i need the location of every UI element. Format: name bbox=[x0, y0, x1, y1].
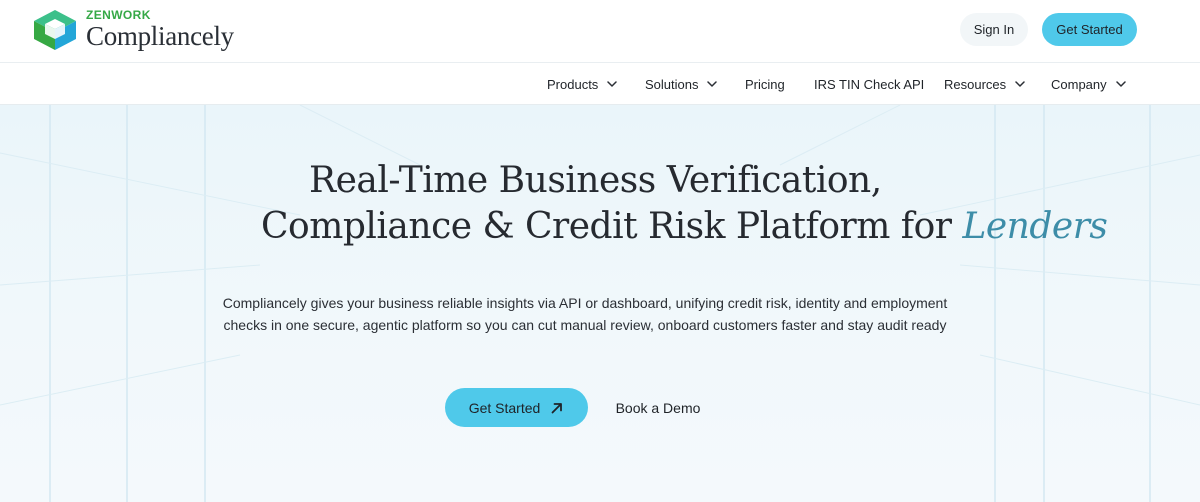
headline-line-1: Real-Time Business Verification, bbox=[309, 160, 882, 201]
nav-label-pricing: Pricing bbox=[745, 76, 785, 92]
nav-label-products: Products bbox=[547, 76, 599, 92]
product-name: Compliancely bbox=[86, 21, 234, 51]
chevron-down-icon bbox=[707, 81, 718, 87]
chevron-down-icon bbox=[607, 81, 618, 87]
book-demo-button[interactable]: Book a Demo bbox=[606, 388, 710, 427]
nav-item-resources[interactable]: Resources bbox=[944, 63, 1025, 105]
get-started-label: Get Started bbox=[468, 399, 541, 416]
main-nav: Products Solutions Pricing IRS TIN Check… bbox=[0, 62, 1200, 105]
nav-label-resources: Resources bbox=[944, 76, 1007, 92]
hero-description: Compliancely gives your business reliabl… bbox=[222, 295, 948, 333]
headline-accent-word: Lenders bbox=[962, 206, 1108, 247]
top-header: ZENWORK Compliancely Sign In Get Started bbox=[0, 0, 1200, 62]
brand-name: ZENWORK bbox=[86, 8, 151, 22]
nav-label-company: Company bbox=[1051, 76, 1107, 92]
hero-section: Real-Time Business Verification, Complia… bbox=[0, 105, 1200, 502]
headline-line-2-text: Compliance & Credit Risk Platform for bbox=[261, 206, 963, 247]
chevron-down-icon bbox=[1015, 81, 1025, 87]
chevron-down-icon bbox=[1115, 81, 1126, 87]
nav-label-solutions: Solutions bbox=[645, 76, 699, 92]
nav-item-company[interactable]: Company bbox=[1051, 63, 1126, 105]
sign-in-button[interactable]: Sign In bbox=[960, 13, 1028, 46]
nav-label-irs-tin-check-api: IRS TIN Check API bbox=[814, 76, 925, 92]
arrow-up-right-icon bbox=[551, 402, 563, 413]
nav-item-pricing[interactable]: Pricing bbox=[745, 63, 785, 105]
nav-item-products[interactable]: Products bbox=[547, 63, 618, 105]
nav-item-solutions[interactable]: Solutions bbox=[645, 63, 718, 105]
get-started-button[interactable]: Get Started bbox=[445, 388, 588, 427]
logo[interactable]: ZENWORK Compliancely bbox=[32, 8, 234, 52]
nav-item-irs-tin-check-api[interactable]: IRS TIN Check API bbox=[814, 63, 924, 105]
zenwork-logo-icon bbox=[34, 10, 76, 50]
get-started-header-button[interactable]: Get Started bbox=[1042, 13, 1137, 46]
headline-line-2: Compliance & Credit Risk Platform for Le… bbox=[261, 206, 1108, 247]
